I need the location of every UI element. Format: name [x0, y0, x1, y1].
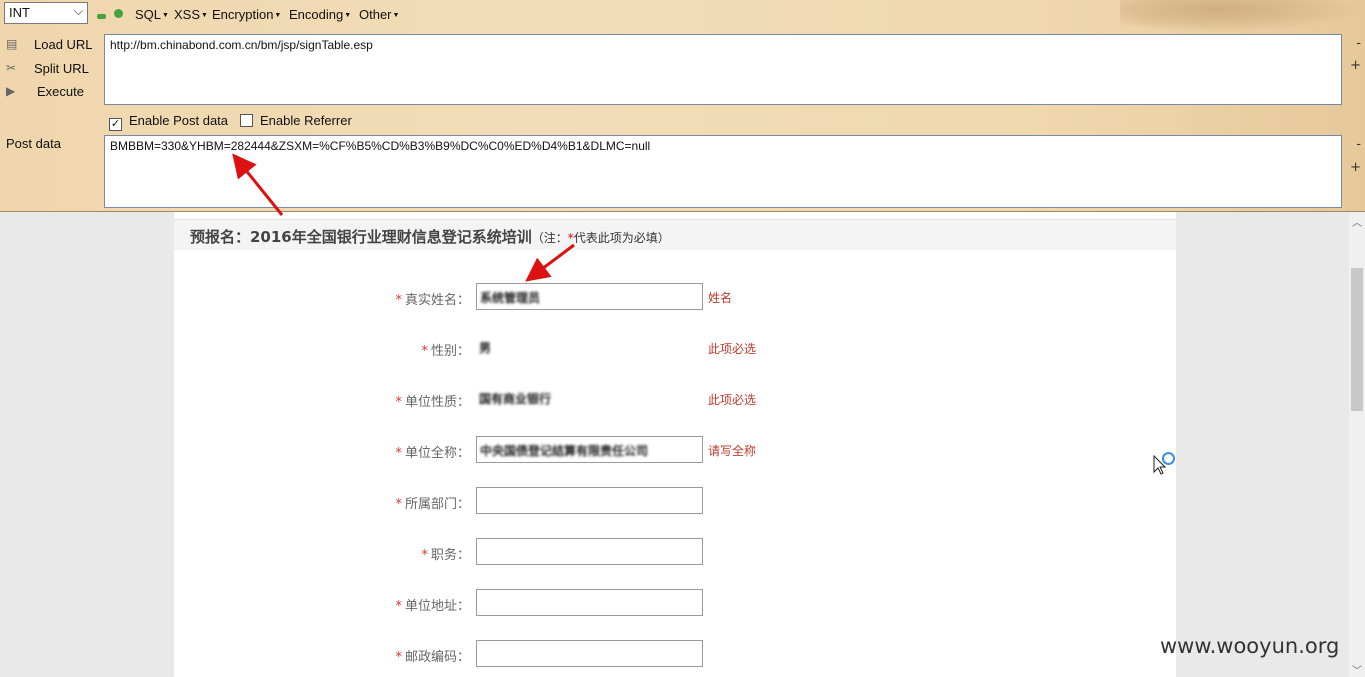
- arrow-name-field: [525, 243, 575, 282]
- scroll-up-arrow-icon[interactable]: ︿: [1352, 214, 1362, 229]
- scrollbar-thumb[interactable]: [1351, 268, 1363, 411]
- mouse-pointer-icon: [1153, 455, 1166, 475]
- scroll-down-arrow-icon[interactable]: ﹀: [1352, 662, 1362, 677]
- watermark: www.wooyun.org: [1160, 634, 1340, 658]
- arrow-post-param: [232, 153, 284, 216]
- annotation-arrows: [232, 153, 575, 282]
